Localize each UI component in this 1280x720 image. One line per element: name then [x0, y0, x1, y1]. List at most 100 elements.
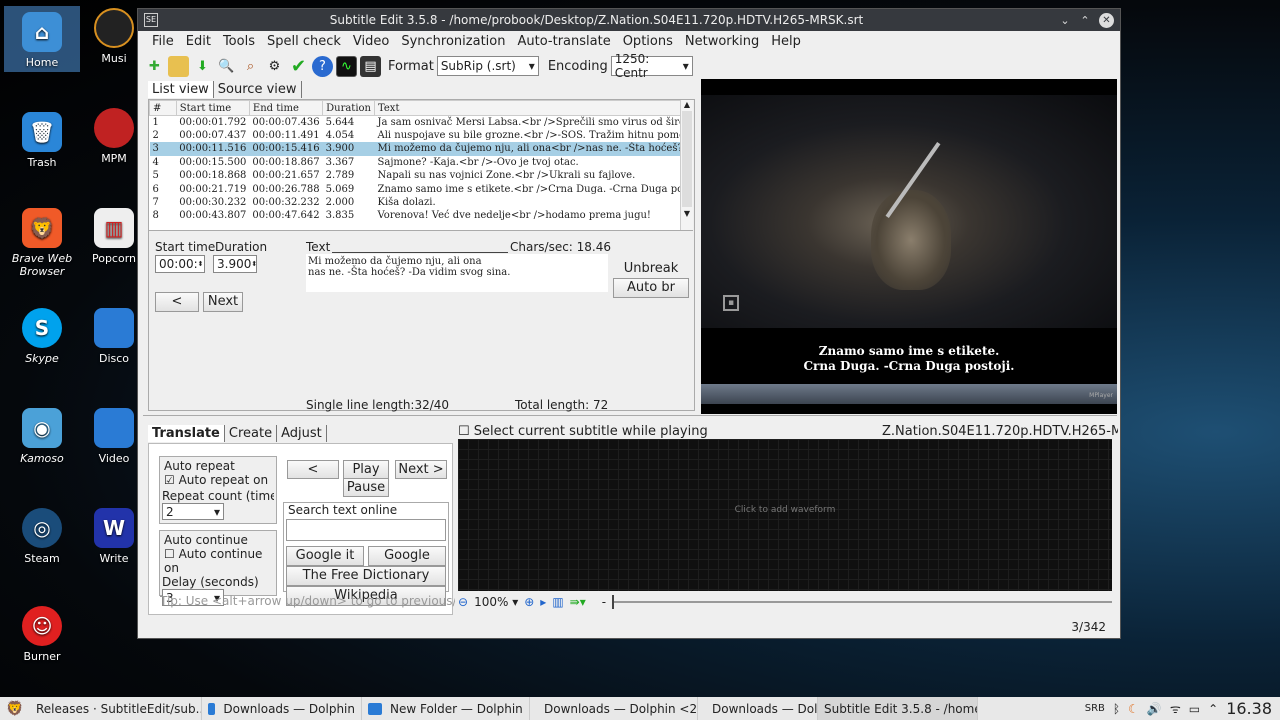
task-subtitle-edit[interactable]: Subtitle Edit 3.5.8 - /home...: [818, 697, 978, 720]
volume-icon[interactable]: 🔊: [1147, 702, 1162, 716]
menu-tools[interactable]: Tools: [217, 34, 261, 49]
grid-icon[interactable]: ▥: [552, 595, 563, 609]
close-icon[interactable]: ✕: [1099, 12, 1114, 28]
tab-adjust[interactable]: Adjust: [277, 425, 327, 442]
select-current-checkbox[interactable]: ☐ Select current subtitle while playing: [458, 424, 708, 439]
col-duration[interactable]: Duration: [322, 100, 375, 116]
tab-create[interactable]: Create: [225, 425, 278, 442]
replace-icon[interactable]: ⌕: [240, 56, 261, 77]
next-button[interactable]: Next: [203, 292, 243, 312]
play-icon[interactable]: ▸: [540, 595, 546, 609]
visual-sync-icon[interactable]: ⚙: [264, 56, 285, 77]
translate-prev-button[interactable]: <: [287, 460, 339, 479]
table-row[interactable]: 5 00:00:18.868 00:00:21.657 2.789 Napali su …: [150, 169, 693, 182]
play-button[interactable]: Play: [343, 460, 389, 479]
duration-input[interactable]: 3.900 ⬍: [213, 255, 257, 273]
video-toggle-icon[interactable]: ▤: [360, 55, 381, 77]
desktop-icon-popcorn[interactable]: ▥ Popcorn: [86, 208, 142, 265]
search-text-input[interactable]: [286, 519, 446, 541]
auto-repeat-checkbox[interactable]: ☑ Auto repeat on: [164, 473, 272, 487]
slider-handle[interactable]: [612, 595, 615, 609]
desktop-icon-trash[interactable]: 🗑 Trash: [2, 112, 82, 169]
menu-auto-translate[interactable]: Auto-translate: [511, 34, 616, 49]
table-row[interactable]: 6 00:00:21.719 00:00:26.788 5.069 Znamo samo…: [150, 182, 693, 195]
col-text[interactable]: Text: [374, 100, 693, 116]
col-number[interactable]: #: [149, 100, 177, 116]
table-row[interactable]: 4 00:00:15.500 00:00:18.867 3.367 Sajmone? -…: [150, 156, 693, 169]
keyboard-layout[interactable]: SRB: [1085, 703, 1105, 714]
zoom-in-icon[interactable]: ⊕: [524, 595, 534, 609]
col-end-time[interactable]: End time: [248, 100, 324, 116]
pause-button[interactable]: Pause: [343, 478, 389, 497]
task-new-folder[interactable]: New Folder — Dolphin: [362, 697, 530, 720]
video-progress-bar[interactable]: MPlayer: [701, 384, 1117, 404]
title-bar[interactable]: SE Subtitle Edit 3.5.8 - /home/probook/D…: [138, 9, 1120, 31]
repeat-count-select[interactable]: 2 ▾: [162, 503, 224, 520]
task-downloads-dolphin-1[interactable]: Downloads — Dolphin: [202, 697, 362, 720]
desktop-icon-home[interactable]: ⌂ Home: [4, 6, 80, 72]
menu-networking[interactable]: Networking: [679, 34, 765, 49]
waveform-area[interactable]: Click to add waveform: [458, 439, 1112, 591]
night-color-icon[interactable]: ☾: [1128, 702, 1139, 716]
video-player[interactable]: ▪ Znamo samo ime s etikete. Crna Duga. -…: [701, 79, 1117, 414]
click-to-add-waveform[interactable]: Click to add waveform: [458, 505, 1112, 515]
free-dictionary-button[interactable]: The Free Dictionary: [286, 566, 446, 586]
menu-synchronization[interactable]: Synchronization: [395, 34, 511, 49]
clock[interactable]: 16.38: [1226, 699, 1272, 718]
tab-list-view[interactable]: List view: [148, 81, 214, 98]
subtitle-text-editor[interactable]: Mi možemo da čujemo nju, ali ona nas ne.…: [306, 254, 608, 292]
auto-br-button[interactable]: Auto br: [613, 278, 689, 298]
menu-spell-check[interactable]: Spell check: [261, 34, 347, 49]
table-row[interactable]: 7 00:00:30.232 00:00:32.232 2.000 Kiša dolaz…: [150, 196, 693, 209]
auto-continue-checkbox[interactable]: ☐ Auto continue on: [164, 547, 272, 575]
table-row[interactable]: 8 00:00:43.807 00:00:47.642 3.835 Vorenova! …: [150, 209, 693, 222]
google-it-button[interactable]: Google it: [286, 546, 364, 566]
menu-options[interactable]: Options: [617, 34, 679, 49]
table-row[interactable]: 2 00:00:07.437 00:00:11.491 4.054 Ali nuspoj…: [150, 129, 693, 142]
desktop-icon-music[interactable]: Musi: [86, 8, 142, 65]
encoding-select[interactable]: 1250: Centr ▾: [610, 52, 693, 80]
waveform-toggle-icon[interactable]: ∿: [336, 55, 357, 77]
spell-check-icon[interactable]: ✔: [288, 56, 309, 77]
translate-next-button[interactable]: Next >: [395, 460, 447, 479]
tab-translate[interactable]: Translate: [148, 425, 225, 442]
task-releases[interactable]: Releases · SubtitleEdit/sub...: [30, 697, 202, 720]
format-select[interactable]: SubRip (.srt) ▾: [436, 56, 539, 76]
scroll-down-icon[interactable]: ▼: [681, 209, 693, 218]
tray-expand-icon[interactable]: ⌃: [1208, 702, 1218, 716]
bluetooth-icon[interactable]: ᛒ: [1113, 702, 1120, 716]
col-start-time[interactable]: Start time: [175, 100, 250, 116]
desktop-icon-steam[interactable]: ◎ Steam: [2, 508, 82, 565]
desktop-icon-discover[interactable]: Disco: [86, 308, 142, 365]
desktop-icon-kamoso[interactable]: ◉ Kamoso: [2, 408, 82, 465]
zoom-select[interactable]: 100% ▾: [474, 595, 518, 609]
open-folder-icon[interactable]: [168, 55, 189, 77]
menu-file[interactable]: File: [146, 34, 180, 49]
battery-icon[interactable]: ▭: [1189, 702, 1200, 716]
menu-help[interactable]: Help: [765, 34, 807, 49]
app-launcher-icon[interactable]: 🦁: [0, 697, 30, 720]
wifi-icon[interactable]: ᯤ: [1170, 700, 1181, 717]
desktop-icon-burner[interactable]: ☺ Burner: [2, 606, 82, 663]
desktop-icon-skype[interactable]: S Skype: [2, 308, 82, 365]
desktop-icon-writer[interactable]: W Write: [86, 508, 142, 565]
table-row[interactable]: 1 00:00:01.792 00:00:07.436 5.644 Ja sam osn…: [150, 116, 693, 129]
google-button[interactable]: Google: [368, 546, 446, 566]
maximize-icon[interactable]: ⌃: [1075, 14, 1095, 27]
task-downloads-dolphin-3[interactable]: Downloads — Dolphin: [698, 697, 818, 720]
more-icon[interactable]: ⇛▾: [570, 595, 586, 609]
scroll-thumb[interactable]: [682, 111, 692, 207]
save-icon[interactable]: ⬇: [192, 56, 213, 77]
desktop-icon-video[interactable]: Video: [86, 408, 142, 465]
start-time-input[interactable]: 00:00: ⬍: [155, 255, 205, 273]
menu-edit[interactable]: Edit: [180, 34, 217, 49]
table-scrollbar[interactable]: ▲ ▼: [680, 100, 693, 230]
desktop-icon-mpm[interactable]: MPM: [86, 108, 142, 165]
desktop-icon-brave[interactable]: 🦁 Brave Web Browser: [2, 208, 82, 278]
previous-button[interactable]: <: [155, 292, 199, 312]
minimize-icon[interactable]: ⌄: [1055, 14, 1075, 27]
scroll-up-icon[interactable]: ▲: [681, 100, 693, 109]
new-file-icon[interactable]: ✚: [144, 56, 165, 77]
help-icon[interactable]: ?: [312, 55, 333, 77]
tab-source-view[interactable]: Source view: [214, 81, 302, 98]
